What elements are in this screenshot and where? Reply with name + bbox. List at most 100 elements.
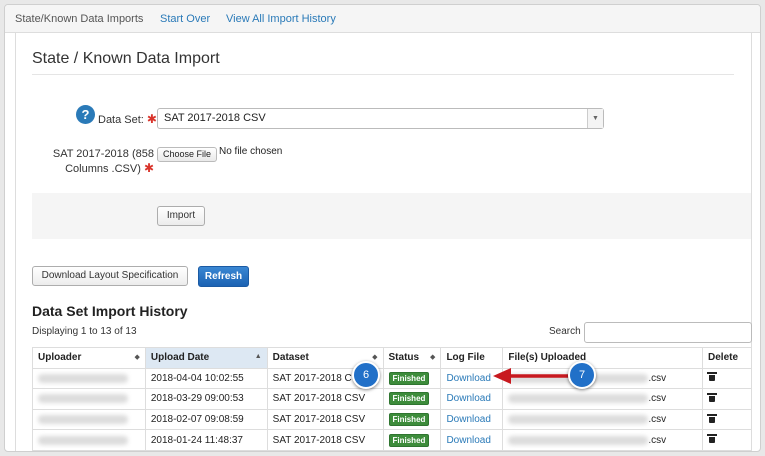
uploader-cell	[32, 408, 146, 431]
title-divider	[32, 74, 734, 75]
file-label-line2: Columns .CSV)	[65, 163, 141, 175]
history-count: Displaying 1 to 13 of 13	[32, 326, 137, 337]
status-cell: Finished	[382, 408, 442, 431]
files-cell: .csv	[502, 408, 704, 431]
dataset-label: Data Set: ✱	[98, 112, 157, 126]
col-delete-label: Delete	[708, 352, 739, 364]
table-row: 2018-01-24 11:48:37 SAT 2017-2018 CSV Fi…	[32, 429, 752, 451]
col-uploader[interactable]: Uploader ◆	[32, 347, 146, 369]
dataset-select-value: SAT 2017-2018 CSV	[164, 112, 266, 124]
download-log-link[interactable]: Download	[446, 414, 490, 425]
log-cell: Download	[440, 429, 504, 451]
status-badge: Finished	[388, 371, 430, 385]
refresh-button[interactable]: Refresh	[198, 266, 249, 287]
col-log-file: Log File	[440, 347, 504, 369]
no-file-text: No file chosen	[219, 146, 283, 157]
required-icon: ✱	[146, 112, 157, 126]
files-cell: .csv	[502, 429, 704, 451]
sort-icon: ◆	[430, 354, 436, 361]
upload-date-cell: 2018-03-29 09:00:53	[144, 388, 268, 410]
redacted-uploader	[38, 435, 128, 445]
nav-brand[interactable]: State/Known Data Imports	[15, 13, 143, 25]
dataset-cell: SAT 2017-2018 CSV	[266, 388, 384, 410]
upload-date-cell: 2018-04-04 10:02:55	[144, 367, 268, 390]
trash-icon[interactable]	[707, 413, 718, 423]
status-cell: Finished	[382, 429, 442, 451]
search-input[interactable]	[584, 322, 752, 343]
file-suffix[interactable]: .csv	[648, 414, 666, 425]
nav-start-over-link[interactable]: Start Over	[160, 13, 210, 25]
history-title: Data Set Import History	[32, 303, 188, 319]
files-cell: .csv	[502, 388, 704, 410]
trash-icon[interactable]	[707, 392, 718, 402]
redacted-uploader	[38, 414, 128, 424]
import-panel: Import	[32, 193, 751, 239]
main-content: State / Known Data Import ? Data Set: ✱ …	[15, 33, 752, 451]
import-button[interactable]: Import	[157, 206, 205, 226]
redacted-filename	[508, 414, 649, 424]
download-layout-button[interactable]: Download Layout Specification	[32, 266, 188, 286]
callout-step-6: 6	[352, 361, 380, 389]
upload-date-cell: 2018-01-24 11:48:37	[144, 429, 268, 451]
redacted-filename	[508, 435, 649, 445]
search-label: Search	[549, 326, 581, 337]
download-log-link[interactable]: Download	[446, 435, 490, 446]
uploader-cell	[32, 388, 146, 410]
table-row: 2018-04-04 10:02:55 SAT 2017-2018 C Fini…	[32, 367, 752, 390]
log-cell: Download	[440, 408, 504, 431]
page-title: State / Known Data Import	[32, 50, 220, 67]
status-cell: Finished	[382, 388, 442, 410]
nav-view-history-link[interactable]: View All Import History	[226, 13, 336, 25]
col-status-label: Status	[388, 352, 420, 364]
uploader-cell	[32, 367, 146, 390]
download-log-link[interactable]: Download	[446, 373, 490, 384]
dataset-cell: SAT 2017-2018 CSV	[266, 429, 384, 451]
dataset-label-text: Data Set:	[98, 114, 144, 126]
required-icon: ✱	[143, 161, 154, 175]
trash-icon[interactable]	[707, 434, 718, 444]
col-upload-date[interactable]: Upload Date ▲	[144, 347, 268, 369]
chevron-down-icon[interactable]: ▼	[587, 109, 603, 128]
col-uploader-label: Uploader	[38, 352, 82, 364]
col-delete: Delete	[702, 347, 752, 369]
col-files-uploaded: File(s) Uploaded	[502, 347, 704, 369]
col-log-file-label: Log File	[446, 352, 485, 364]
status-cell: Finished	[382, 367, 442, 390]
log-cell: Download	[440, 388, 504, 410]
table-header-row: Uploader ◆ Upload Date ▲ Dataset ◆ Status ◆ …	[32, 347, 752, 369]
help-icon[interactable]: ?	[76, 105, 95, 124]
redacted-filename	[508, 394, 649, 404]
app-window: State/Known Data Imports Start Over View…	[4, 4, 761, 452]
top-nav: State/Known Data Imports Start Over View…	[5, 5, 760, 33]
choose-file-button[interactable]: Choose File	[157, 147, 218, 162]
status-badge: Finished	[388, 392, 430, 406]
table-row: 2018-02-07 09:08:59 SAT 2017-2018 CSV Fi…	[32, 408, 752, 431]
col-status[interactable]: Status ◆	[382, 347, 442, 369]
delete-cell	[702, 408, 752, 431]
dataset-select[interactable]: SAT 2017-2018 CSV ▼	[157, 108, 604, 129]
file-suffix[interactable]: .csv	[648, 373, 666, 384]
download-log-link[interactable]: Download	[446, 393, 490, 404]
file-suffix[interactable]: .csv	[648, 435, 666, 446]
history-table: Uploader ◆ Upload Date ▲ Dataset ◆ Status ◆ …	[32, 347, 752, 451]
delete-cell	[702, 367, 752, 390]
uploader-cell	[32, 429, 146, 451]
dataset-cell: SAT 2017-2018 CSV	[266, 408, 384, 431]
sort-icon: ◆	[134, 354, 140, 361]
redacted-uploader	[38, 373, 128, 383]
redacted-uploader	[38, 394, 128, 404]
col-upload-date-label: Upload Date	[150, 352, 210, 364]
trash-icon[interactable]	[707, 372, 718, 382]
upload-date-cell: 2018-02-07 09:08:59	[144, 408, 268, 431]
file-label-line1: SAT 2017-2018 (858	[52, 148, 154, 160]
sort-icon: ◆	[372, 354, 378, 361]
file-label: SAT 2017-2018 (858 Columns .CSV) ✱	[36, 147, 154, 176]
delete-cell	[702, 429, 752, 451]
file-suffix[interactable]: .csv	[648, 393, 666, 404]
status-badge: Finished	[388, 433, 430, 447]
status-badge: Finished	[388, 413, 430, 427]
table-row: 2018-03-29 09:00:53 SAT 2017-2018 CSV Fi…	[32, 388, 752, 410]
col-dataset-label: Dataset	[272, 352, 309, 364]
callout-arrow-icon	[493, 368, 569, 384]
delete-cell	[702, 388, 752, 410]
